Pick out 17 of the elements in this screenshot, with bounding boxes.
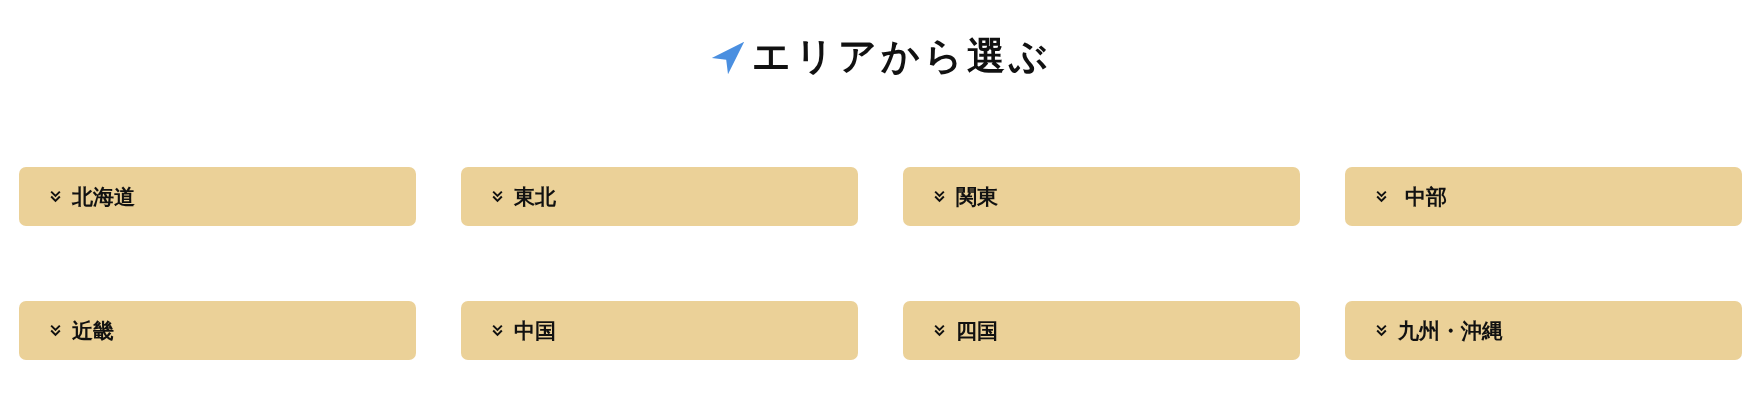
double-chevron-down-icon bbox=[49, 324, 62, 337]
double-chevron-down-icon bbox=[491, 324, 504, 337]
double-chevron-down-icon bbox=[491, 190, 504, 203]
double-chevron-down-icon bbox=[1375, 324, 1388, 337]
area-button[interactable]: 近畿 bbox=[19, 301, 416, 360]
area-button[interactable]: 九州・沖縄 bbox=[1345, 301, 1742, 360]
double-chevron-down-icon bbox=[933, 190, 946, 203]
double-chevron-down-icon bbox=[1375, 190, 1388, 203]
area-button[interactable]: 東北 bbox=[461, 167, 858, 226]
double-chevron-down-icon bbox=[49, 190, 62, 203]
double-chevron-down-icon bbox=[933, 324, 946, 337]
area-button[interactable]: 中国 bbox=[461, 301, 858, 360]
area-button[interactable]: 四国 bbox=[903, 301, 1300, 360]
area-button[interactable]: 中部 bbox=[1345, 167, 1742, 226]
area-button[interactable]: 北海道 bbox=[19, 167, 416, 226]
area-button[interactable]: 関東 bbox=[903, 167, 1300, 226]
section-title: エリアから選ぶ bbox=[751, 32, 1052, 80]
